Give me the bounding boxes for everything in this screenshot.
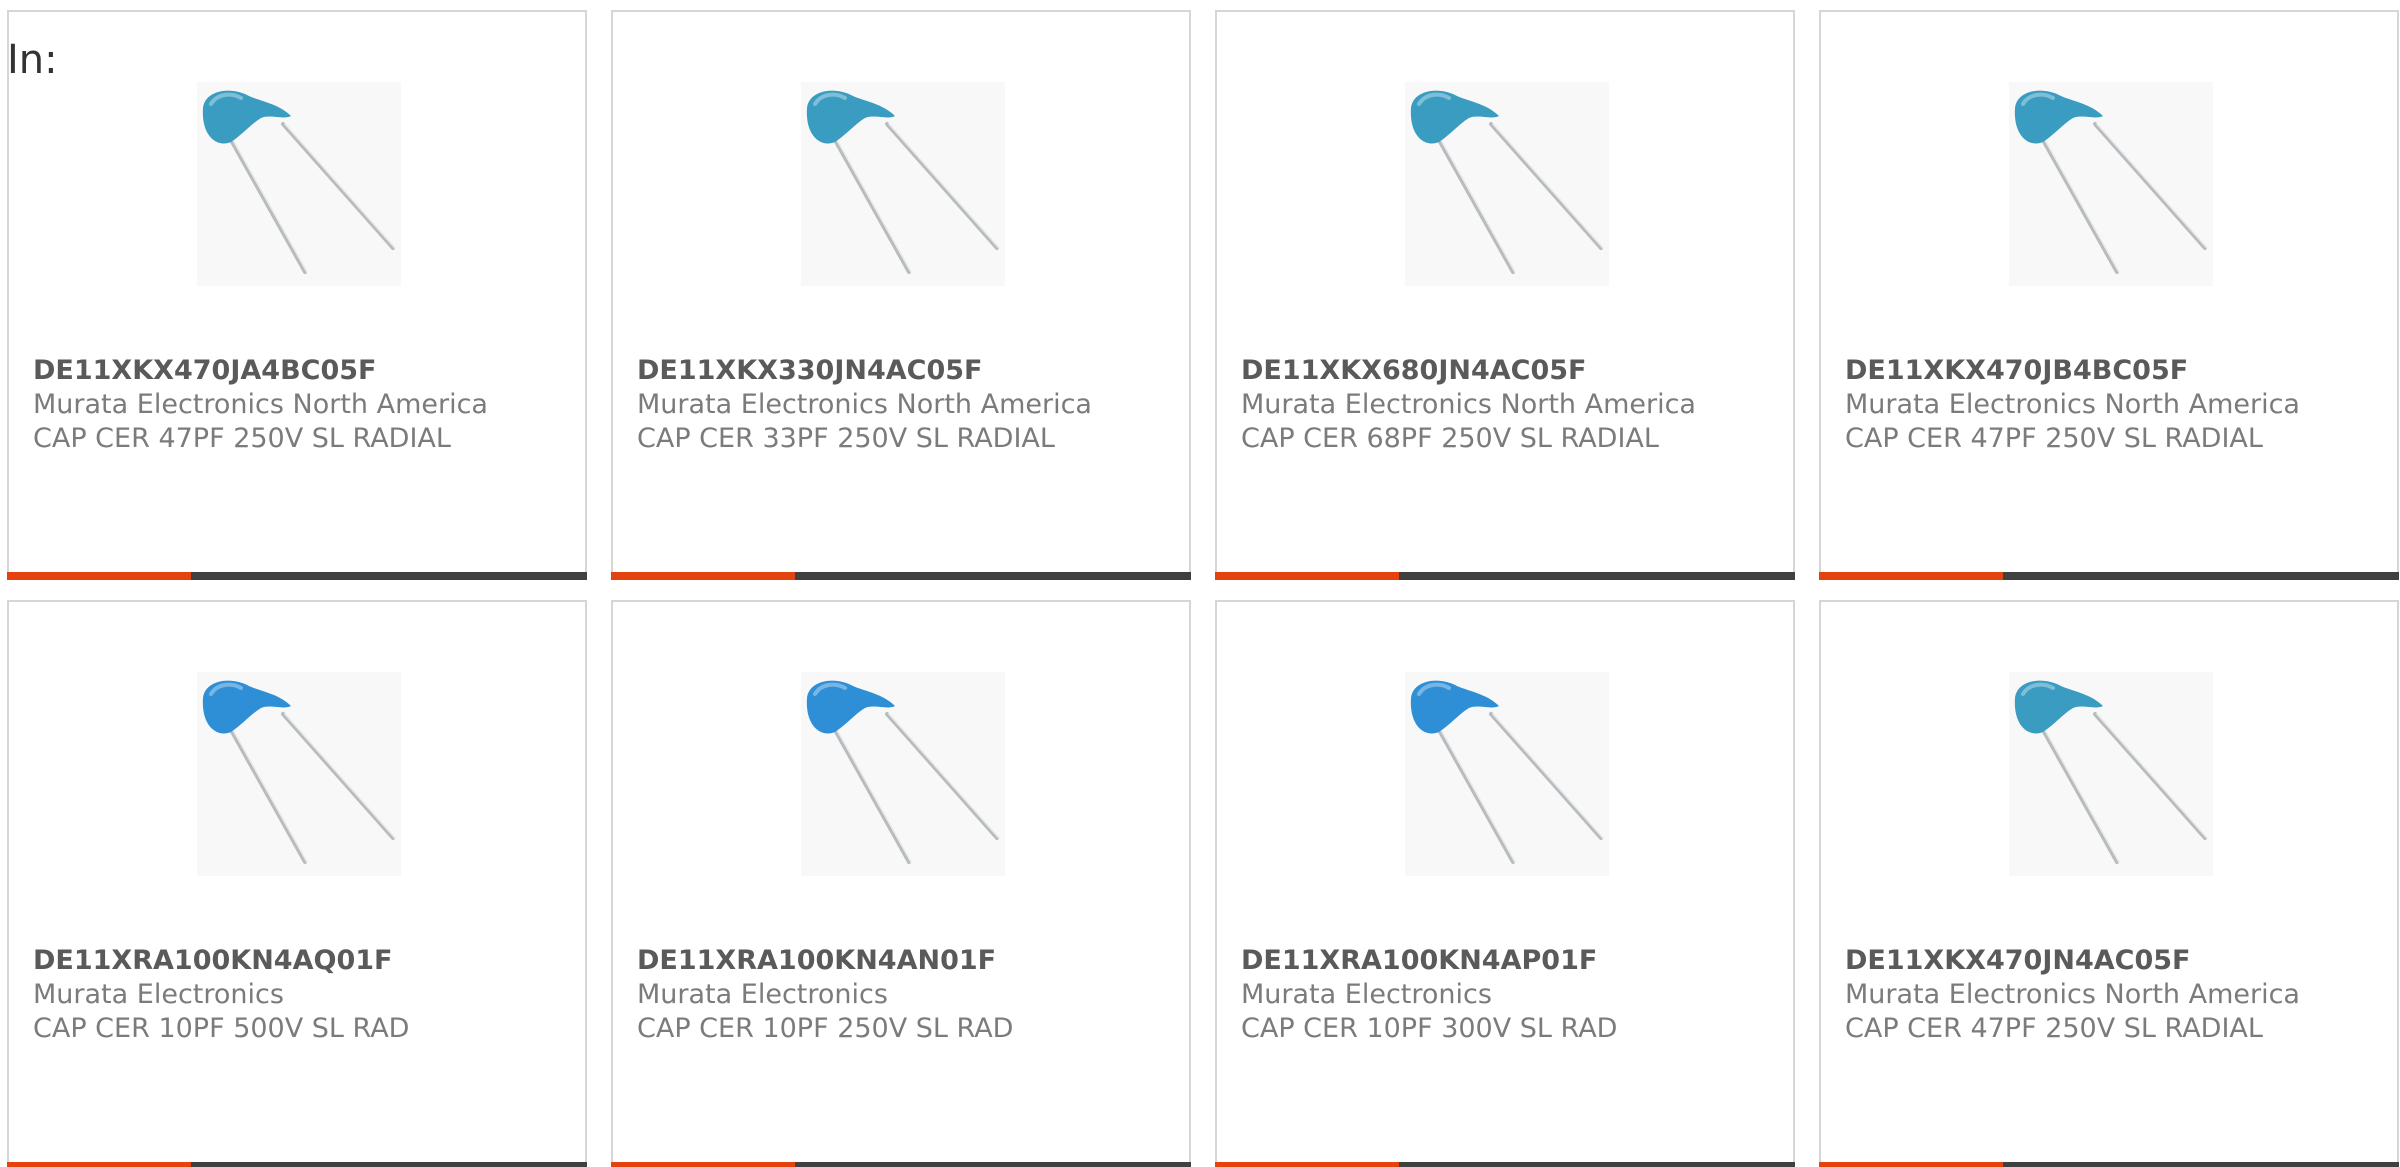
part-number[interactable]: DE11XRA100KN4AP01F [1241, 944, 1783, 978]
product-image[interactable] [2009, 82, 2213, 286]
manufacturer: Murata Electronics North America [637, 389, 1092, 420]
product-card[interactable]: DE11XKX470JA4BC05F Murata Electronics Nor… [7, 10, 587, 580]
card-bottom-bar [1819, 1162, 2399, 1167]
manufacturer: Murata Electronics [33, 979, 284, 1010]
manufacturer: Murata Electronics [637, 979, 888, 1010]
part-number[interactable]: DE11XRA100KN4AQ01F [33, 944, 575, 978]
ceramic-capacitor-icon [1410, 90, 1604, 274]
product-card[interactable]: DE11XKX330JN4AC05F Murata Electronics Nor… [611, 10, 1191, 580]
card-bottom-bar [7, 572, 587, 580]
card-accent-bar [7, 1162, 191, 1167]
card-bottom-bar [1215, 1162, 1795, 1167]
product-image[interactable] [801, 672, 1005, 876]
part-number[interactable]: DE11XKX680JN4AC05F [1241, 354, 1783, 388]
product-image[interactable] [801, 82, 1005, 286]
product-image[interactable] [197, 82, 401, 286]
card-accent-bar [1819, 572, 2003, 580]
part-number[interactable]: DE11XKX330JN4AC05F [637, 354, 1179, 388]
card-bottom-bar [611, 572, 1191, 580]
product-image[interactable] [1405, 82, 1609, 286]
product-info: DE11XRA100KN4AP01F Murata Electronics CAP … [1241, 944, 1783, 1046]
part-number[interactable]: DE11XRA100KN4AN01F [637, 944, 1179, 978]
description: CAP CER 10PF 250V SL RAD [637, 1013, 1014, 1044]
product-grid: DE11XKX470JA4BC05F Murata Electronics Nor… [7, 10, 2400, 1167]
product-card[interactable]: DE11XRA100KN4AP01F Murata Electronics CAP … [1215, 600, 1795, 1167]
description: CAP CER 68PF 250V SL RADIAL [1241, 423, 1659, 454]
product-card[interactable]: DE11XKX470JB4BC05F Murata Electronics Nor… [1819, 10, 2399, 580]
card-accent-bar [611, 572, 795, 580]
description: CAP CER 47PF 250V SL RADIAL [1845, 1013, 2263, 1044]
product-info: DE11XKX470JN4AC05F Murata Electronics Nor… [1845, 944, 2387, 1046]
product-image[interactable] [1405, 672, 1609, 876]
in-label: In: [7, 37, 58, 83]
card-bottom-bar [1819, 572, 2399, 580]
product-card[interactable]: DE11XKX680JN4AC05F Murata Electronics Nor… [1215, 10, 1795, 580]
part-number[interactable]: DE11XKX470JN4AC05F [1845, 944, 2387, 978]
description: CAP CER 33PF 250V SL RADIAL [637, 423, 1055, 454]
description: CAP CER 10PF 500V SL RAD [33, 1013, 410, 1044]
ceramic-capacitor-icon [202, 680, 396, 864]
ceramic-capacitor-icon [202, 90, 396, 274]
ceramic-capacitor-icon [2014, 90, 2208, 274]
card-accent-bar [1215, 1162, 1399, 1167]
product-info: DE11XKX680JN4AC05F Murata Electronics Nor… [1241, 354, 1783, 456]
product-info: DE11XKX470JA4BC05F Murata Electronics Nor… [33, 354, 575, 456]
product-info: DE11XKX330JN4AC05F Murata Electronics Nor… [637, 354, 1179, 456]
ceramic-capacitor-icon [806, 680, 1000, 864]
page: In: DE11XKX470JA4BC05F Murata Electronics… [0, 0, 2400, 1167]
ceramic-capacitor-icon [806, 90, 1000, 274]
product-image[interactable] [197, 672, 401, 876]
part-number[interactable]: DE11XKX470JB4BC05F [1845, 354, 2387, 388]
description: CAP CER 47PF 250V SL RADIAL [33, 423, 451, 454]
card-accent-bar [7, 572, 191, 580]
card-accent-bar [1215, 572, 1399, 580]
ceramic-capacitor-icon [2014, 680, 2208, 864]
card-bottom-bar [7, 1162, 587, 1167]
card-accent-bar [1819, 1162, 2003, 1167]
manufacturer: Murata Electronics North America [1845, 389, 2300, 420]
card-accent-bar [611, 1162, 795, 1167]
manufacturer: Murata Electronics North America [1845, 979, 2300, 1010]
card-bottom-bar [1215, 572, 1795, 580]
manufacturer: Murata Electronics North America [1241, 389, 1696, 420]
part-number[interactable]: DE11XKX470JA4BC05F [33, 354, 575, 388]
product-info: DE11XRA100KN4AN01F Murata Electronics CAP … [637, 944, 1179, 1046]
card-bottom-bar [611, 1162, 1191, 1167]
ceramic-capacitor-icon [1410, 680, 1604, 864]
product-card[interactable]: DE11XRA100KN4AN01F Murata Electronics CAP … [611, 600, 1191, 1167]
description: CAP CER 10PF 300V SL RAD [1241, 1013, 1618, 1044]
product-info: DE11XKX470JB4BC05F Murata Electronics Nor… [1845, 354, 2387, 456]
product-card[interactable]: DE11XKX470JN4AC05F Murata Electronics Nor… [1819, 600, 2399, 1167]
description: CAP CER 47PF 250V SL RADIAL [1845, 423, 2263, 454]
product-card[interactable]: DE11XRA100KN4AQ01F Murata Electronics CAP … [7, 600, 587, 1167]
manufacturer: Murata Electronics North America [33, 389, 488, 420]
product-image[interactable] [2009, 672, 2213, 876]
manufacturer: Murata Electronics [1241, 979, 1492, 1010]
product-info: DE11XRA100KN4AQ01F Murata Electronics CAP … [33, 944, 575, 1046]
